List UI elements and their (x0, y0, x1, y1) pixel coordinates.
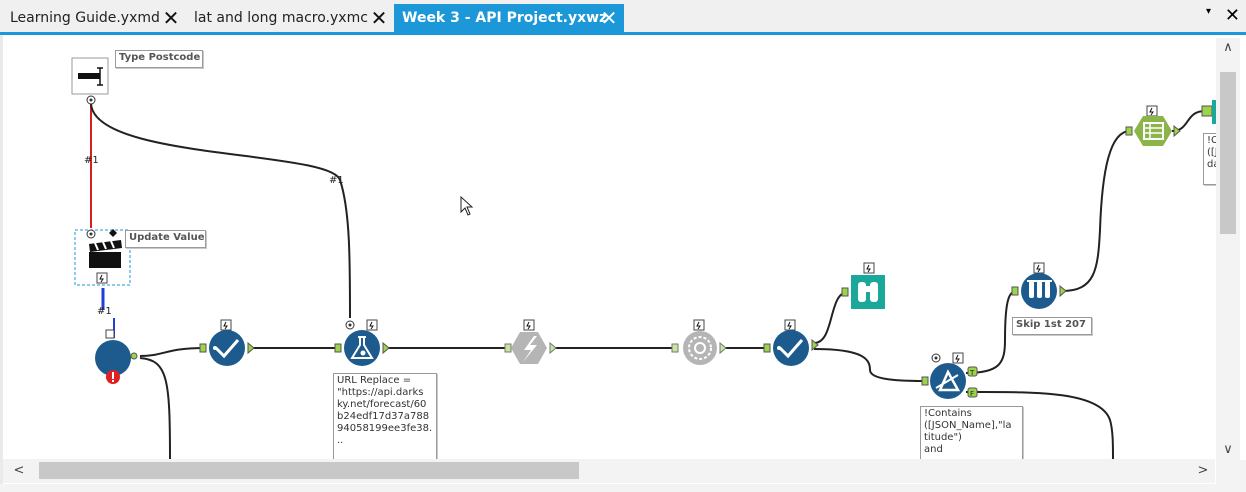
scroll-right-icon[interactable]: > (1191, 459, 1215, 483)
clapperboard-icon[interactable] (74, 229, 131, 286)
horizontal-scrollbar[interactable]: < > (3, 459, 1215, 483)
mouse-cursor-icon (460, 196, 474, 216)
annotation-url-replace: URL Replace = "https://api.darks ky.net/… (333, 373, 437, 462)
scroll-down-icon[interactable]: ∨ (1216, 440, 1240, 460)
macro-input-icon[interactable] (95, 329, 138, 376)
svg-text:F: F (970, 390, 974, 398)
crosstab-table-icon[interactable] (1125, 105, 1181, 146)
download-lightning-icon[interactable] (504, 319, 557, 364)
svg-text:T: T (969, 369, 975, 377)
connection-label: #1 (97, 306, 112, 317)
annotation-update-value: Update Value (125, 230, 206, 248)
error-icon (106, 370, 120, 384)
sample-tubes-icon[interactable] (1011, 262, 1067, 309)
formula-flask-icon[interactable] (334, 319, 390, 366)
filter-delta-icon[interactable]: T F (921, 352, 978, 399)
connector-question (90, 102, 351, 319)
json-parse-icon[interactable] (671, 319, 727, 365)
annotation-type-postcode: Type Postcode (115, 50, 203, 68)
vertical-scroll-thumb[interactable] (1220, 72, 1236, 234)
annotation-skip: Skip 1st 207 (1012, 317, 1092, 335)
connector (1061, 130, 1131, 292)
connector (139, 347, 206, 357)
select-checkmark-icon[interactable] (763, 319, 819, 366)
connection-label: #1 (329, 175, 344, 186)
scroll-up-icon[interactable]: ∧ (1216, 38, 1240, 58)
browse-partial-icon[interactable] (1201, 100, 1216, 124)
bottom-strip (0, 484, 1246, 492)
annotation-contains: !Contains ([JSON_Name],"la titude") and (920, 406, 1023, 464)
connector (139, 357, 171, 461)
text-box-icon[interactable] (71, 57, 109, 105)
connector (813, 291, 849, 344)
connector (965, 290, 1019, 374)
connector (813, 348, 926, 382)
select-checkmark-icon[interactable] (199, 319, 255, 366)
scroll-left-icon[interactable]: < (7, 459, 31, 483)
horizontal-scroll-thumb[interactable] (39, 462, 579, 479)
binoculars-icon[interactable] (841, 262, 885, 309)
vertical-scrollbar[interactable]: ∧ ∨ (1216, 38, 1240, 460)
connection-label: #1 (84, 155, 99, 166)
